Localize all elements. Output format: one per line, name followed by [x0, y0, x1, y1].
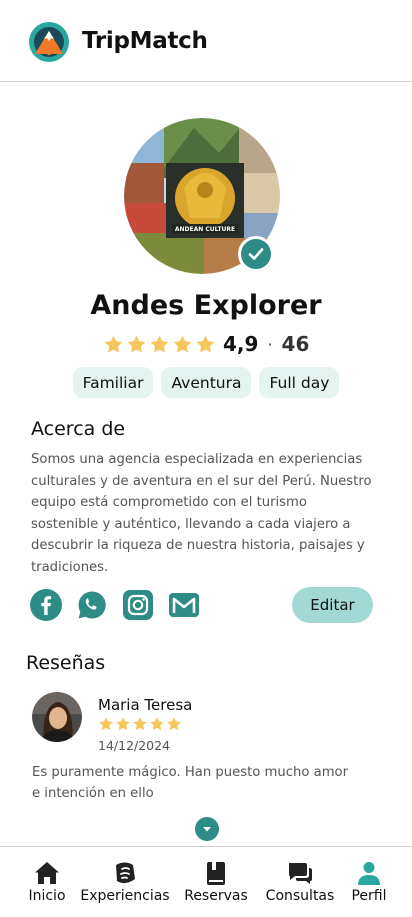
profile-name: Andes Explorer	[90, 290, 322, 321]
star-icon	[167, 717, 181, 731]
social-links	[30, 589, 200, 621]
star-icon	[116, 717, 130, 731]
review-text: Es puramente mágico. Han puesto mucho am…	[32, 765, 349, 801]
tag-list: Familiar Aventura Full day	[0, 367, 412, 398]
star-icon	[150, 717, 164, 731]
reviewer-avatar	[32, 692, 82, 742]
tag-aventura[interactable]: Aventura	[161, 367, 252, 398]
avatar-caption: ANDEAN CULTURE	[175, 226, 235, 233]
chevron-down-icon	[203, 827, 211, 832]
review-date: 14/12/2024	[98, 738, 171, 753]
nav-label-experiencias: Experiencias	[80, 888, 170, 904]
nav-item-consultas[interactable]: Consultas	[262, 847, 338, 917]
nav-item-inicio[interactable]: Inicio	[26, 847, 68, 917]
nav-label-perfil: Perfil	[351, 888, 387, 904]
experiences-icon	[116, 862, 135, 884]
app-title: TripMatch	[82, 28, 208, 54]
nav-label-inicio: Inicio	[28, 888, 66, 904]
verified-badge	[238, 236, 274, 272]
check-icon	[248, 248, 264, 260]
rating-value: 4,9	[223, 332, 259, 356]
app-header: TripMatch	[0, 0, 412, 82]
bottom-nav: Inicio Experiencias Reservas Consultas P…	[0, 846, 412, 917]
nav-item-experiencias[interactable]: Experiencias	[78, 847, 172, 917]
star-icon	[196, 335, 215, 353]
gmail-icon[interactable]	[168, 589, 200, 621]
whatsapp-icon[interactable]	[76, 589, 108, 621]
about-title: Acerca de	[31, 418, 126, 440]
facebook-icon[interactable]	[30, 589, 62, 621]
star-icon	[133, 717, 147, 731]
reviews-title: Reseñas	[26, 652, 106, 674]
chat-icon	[289, 863, 312, 884]
home-icon	[35, 862, 59, 884]
user-icon	[358, 862, 380, 885]
nav-label-consultas: Consultas	[265, 888, 335, 904]
nav-label-reservas: Reservas	[184, 888, 248, 904]
tag-familiar[interactable]: Familiar	[72, 367, 154, 398]
review-stars	[98, 716, 183, 732]
rating-row: 4,9 · 46	[103, 331, 309, 357]
star-icon	[173, 335, 192, 353]
rating-separator: ·	[267, 334, 273, 354]
expand-reviews-button[interactable]	[195, 817, 219, 841]
star-icon	[150, 335, 169, 353]
tag-full-day[interactable]: Full day	[259, 367, 340, 398]
star-icon	[99, 717, 113, 731]
reviewer-name: Maria Teresa	[98, 696, 193, 714]
star-icon	[127, 335, 146, 353]
star-icon	[104, 335, 123, 353]
nav-item-perfil[interactable]: Perfil	[348, 847, 390, 917]
review-count: 46	[281, 332, 310, 356]
instagram-icon[interactable]	[122, 589, 154, 621]
about-text: Somos una agencia especializada en exper…	[31, 452, 372, 575]
edit-button[interactable]: Editar	[292, 587, 373, 623]
book-icon	[207, 862, 225, 885]
nav-item-reservas[interactable]: Reservas	[182, 847, 250, 917]
logo[interactable]	[28, 21, 70, 63]
